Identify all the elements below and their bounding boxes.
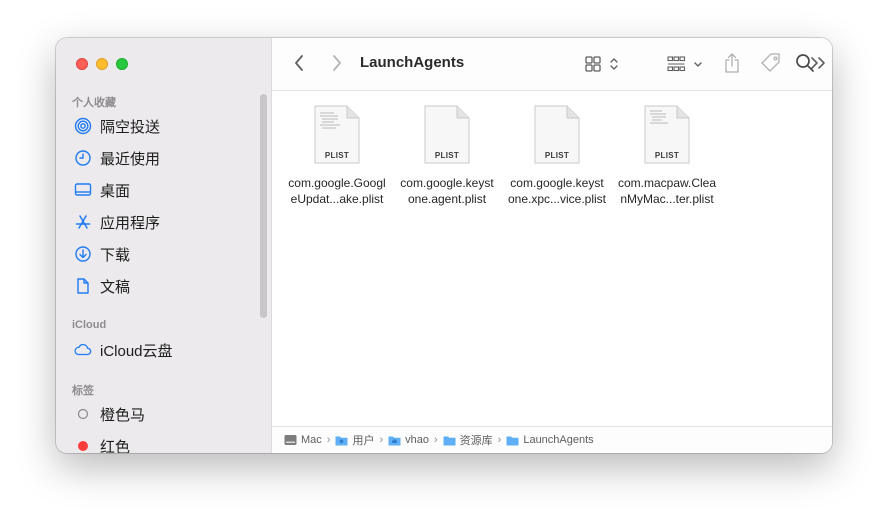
finder-window: 个人收藏 隔空投送 最近使用 桌面 应用程序 下载 文稿 iCloud iClo… [56, 38, 832, 453]
applications-icon [74, 213, 92, 231]
sidebar-item-applications[interactable]: 应用程序 [74, 210, 160, 234]
sidebar-item-label: 最近使用 [100, 150, 161, 168]
sidebar-item-label: 红色 [100, 438, 131, 454]
path-bar: Mac › 用户 › vhao › 资源库 › LaunchAgents [272, 426, 832, 453]
group-by-button[interactable] [666, 53, 706, 75]
sidebar-item-label: iCloud云盘 [100, 342, 173, 360]
icloud-section-title: iCloud [72, 319, 107, 331]
home-folder-icon [388, 436, 401, 445]
main-pane: LaunchAgents PLIST com.google.Googl eUpd… [272, 38, 832, 453]
sidebar: 个人收藏 隔空投送 最近使用 桌面 应用程序 下载 文稿 iCloud iClo… [56, 38, 272, 453]
cloud-icon [74, 341, 92, 359]
file-grid: PLIST com.google.Googl eUpdat...ake.plis… [272, 91, 832, 425]
sidebar-item-recents[interactable]: 最近使用 [74, 146, 160, 170]
path-separator-icon: › [497, 434, 502, 446]
chevron-left-icon [295, 55, 303, 71]
file-type-badge: PLIST [434, 151, 460, 160]
path-item-label: 用户 [352, 435, 375, 447]
tag-red-circle-icon [74, 437, 92, 453]
chevron-right-icon [333, 55, 341, 71]
sidebar-item-label: 橙色马 [100, 406, 146, 424]
tags-section-title: 标签 [72, 385, 94, 397]
file-type-badge: PLIST [544, 151, 570, 160]
folder-icon [506, 436, 519, 445]
file-name: com.google.keyst one.agent.plist [391, 175, 503, 207]
search-button[interactable] [794, 52, 816, 74]
file-item[interactable]: PLIST com.macpaw.Clea nMyMac...ter.plist [611, 105, 723, 207]
sidebar-item-label: 下载 [100, 246, 131, 264]
sidebar-scrollbar[interactable] [260, 94, 267, 318]
share-icon [725, 53, 739, 73]
view-mode-button[interactable] [584, 53, 622, 75]
sidebar-item-desktop[interactable]: 桌面 [74, 178, 130, 202]
plist-file-icon: PLIST [313, 105, 361, 165]
sidebar-item-label: 文稿 [100, 278, 131, 296]
sidebar-item-airdrop[interactable]: 隔空投送 [74, 114, 160, 138]
path-item-mac[interactable]: Mac [284, 434, 322, 446]
download-icon [74, 245, 92, 263]
sidebar-item-label: 隔空投送 [100, 118, 161, 136]
path-item-home[interactable]: vhao [388, 434, 429, 446]
window-controls [76, 58, 128, 70]
file-item[interactable]: PLIST com.google.Googl eUpdat...ake.plis… [281, 105, 393, 207]
path-separator-icon: › [379, 434, 384, 446]
plist-file-icon: PLIST [423, 105, 471, 165]
zoom-button[interactable] [116, 58, 128, 70]
tag-icon [761, 53, 780, 72]
path-item-label: vhao [405, 434, 429, 446]
file-name: com.macpaw.Clea nMyMac...ter.plist [611, 175, 723, 207]
sidebar-item-documents[interactable]: 文稿 [74, 274, 130, 298]
sidebar-item-tag-red[interactable]: 红色 [74, 434, 130, 453]
file-name-line: com.google.Googl [288, 176, 386, 190]
share-button[interactable] [722, 51, 742, 75]
path-item-launchagents[interactable]: LaunchAgents [506, 434, 594, 446]
group-grid-icon [667, 56, 702, 72]
forward-button[interactable] [326, 52, 348, 74]
path-item-label: Mac [301, 434, 322, 446]
favorites-section-title: 个人收藏 [72, 97, 116, 109]
file-name-line: one.agent.plist [407, 192, 487, 206]
sidebar-item-tag-orange-horse[interactable]: 橙色马 [74, 402, 145, 426]
file-name-line: one.xpc...vice.plist [507, 192, 607, 206]
folder-icon [443, 436, 456, 445]
close-button[interactable] [76, 58, 88, 70]
path-separator-icon: › [433, 434, 438, 446]
sidebar-item-label: 应用程序 [100, 214, 161, 232]
path-item-library[interactable]: 资源库 [443, 432, 493, 448]
file-type-badge: PLIST [324, 151, 350, 160]
back-button[interactable] [288, 52, 310, 74]
clock-icon [74, 149, 92, 167]
desktop-icon [74, 181, 92, 199]
disk-icon [284, 435, 297, 445]
folder-icon [335, 436, 348, 445]
plist-file-icon: PLIST [643, 105, 691, 165]
sidebar-item-icloud-drive[interactable]: iCloud云盘 [74, 338, 173, 362]
file-name: com.google.Googl eUpdat...ake.plist [281, 175, 393, 207]
file-name-line: com.google.keyst [510, 176, 604, 190]
airdrop-icon [74, 117, 92, 135]
path-item-label: 资源库 [459, 435, 493, 447]
file-item[interactable]: PLIST com.google.keyst one.agent.plist [391, 105, 503, 207]
file-name-line: com.macpaw.Clea [617, 176, 717, 190]
document-icon [74, 277, 92, 295]
file-name-line: com.google.keyst [400, 176, 494, 190]
file-name-line: eUpdat...ake.plist [290, 192, 384, 206]
path-separator-icon: › [326, 434, 331, 446]
file-name: com.google.keyst one.xpc...vice.plist [501, 175, 613, 207]
path-item-users[interactable]: 用户 [335, 432, 374, 448]
minimize-button[interactable] [96, 58, 108, 70]
tag-button[interactable] [760, 52, 782, 74]
plist-file-icon: PLIST [533, 105, 581, 165]
file-type-badge: PLIST [654, 151, 680, 160]
search-icon [796, 54, 814, 72]
tag-empty-circle-icon [74, 405, 92, 423]
window-title: LaunchAgents [360, 54, 465, 71]
file-name-line: nMyMac...ter.plist [620, 192, 714, 206]
icon-view-icon [585, 56, 618, 72]
file-item[interactable]: PLIST com.google.keyst one.xpc...vice.pl… [501, 105, 613, 207]
sidebar-item-label: 桌面 [100, 182, 131, 200]
path-item-label: LaunchAgents [523, 434, 594, 446]
sidebar-item-downloads[interactable]: 下载 [74, 242, 130, 266]
toolbar: LaunchAgents [272, 38, 832, 91]
